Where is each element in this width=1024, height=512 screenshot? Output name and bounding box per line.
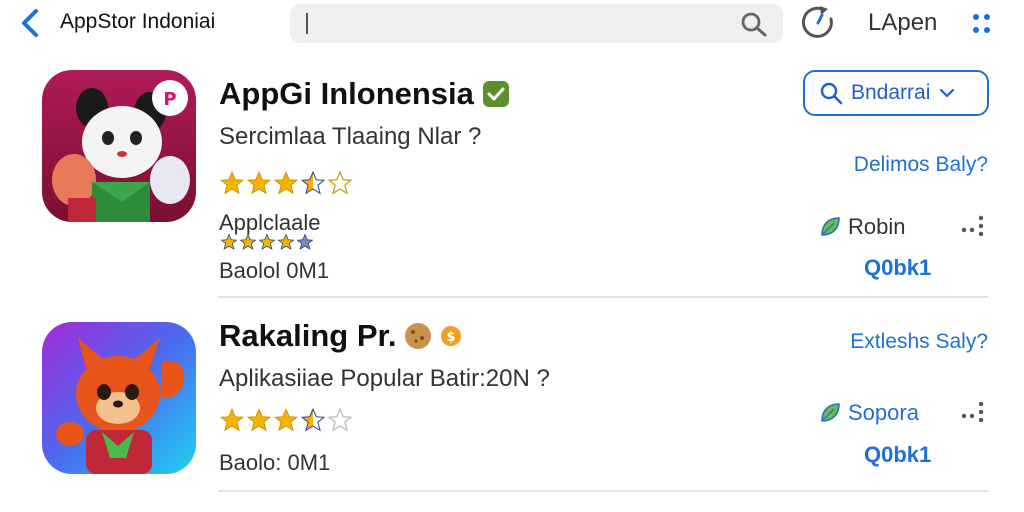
star-half-icon	[300, 170, 326, 195]
svg-text:P: P	[163, 89, 176, 110]
app-list-item[interactable]: P AppGi Inlonensia Sercimlaa Tlaaing Nla…	[0, 60, 1024, 300]
star-full-icon	[239, 233, 257, 250]
leaf-icon	[821, 217, 840, 236]
fox-mascot-icon[interactable]	[42, 322, 196, 474]
version-code[interactable]: Q0bk1	[864, 442, 931, 468]
chevron-down-icon	[940, 88, 955, 98]
star-full-icon	[247, 171, 271, 195]
cookie-badge-icon	[405, 323, 432, 349]
star-full-icon	[274, 408, 298, 432]
search-caret	[306, 13, 308, 34]
row-divider	[218, 296, 988, 298]
details-link[interactable]: Extleshs Saly?	[850, 330, 988, 354]
star-half-icon	[300, 407, 326, 432]
rating-stars-small	[220, 233, 314, 251]
star-full-icon	[258, 233, 276, 250]
coin-badge-icon: $	[441, 326, 462, 346]
install-button-label: Bndarrai	[851, 81, 931, 104]
rating-stars	[219, 407, 353, 433]
app-name[interactable]: Rakaling Pr. $	[219, 318, 462, 354]
account-label[interactable]: LApen	[868, 9, 937, 37]
panda-mascot-icon[interactable]: P	[42, 70, 196, 222]
star-full-icon	[274, 171, 298, 195]
size-text: Baolo: 0M1	[219, 450, 331, 475]
more-options-icon[interactable]	[960, 212, 986, 238]
app-subtitle: Aplikasiiae Popular Batir:20N ?	[219, 365, 550, 392]
app-subtitle: Sercimlaa Tlaaing Nlar ?	[219, 123, 482, 150]
star-full-icon	[277, 233, 295, 250]
refresh-icon[interactable]	[800, 4, 836, 42]
install-button[interactable]: Bndarrai	[803, 70, 989, 116]
developer-name: Robin	[848, 214, 906, 239]
star-full-icon	[220, 408, 244, 432]
app-list-item[interactable]: Rakaling Pr. $ Aplikasiiae Popular Batir…	[0, 310, 1024, 500]
search-icon[interactable]	[739, 10, 769, 38]
search-field[interactable]	[290, 4, 783, 43]
rating-stars	[219, 170, 353, 196]
top-bar: AppStor Indoniai LApen	[0, 0, 1024, 50]
star-full-icon	[220, 171, 244, 195]
details-link[interactable]: Delimos Baly?	[854, 153, 988, 177]
store-title: AppStor Indoniai	[60, 10, 216, 33]
more-grid-icon[interactable]	[968, 10, 994, 38]
star-outline-icon	[296, 233, 314, 250]
star-full-icon	[247, 408, 271, 432]
search-icon	[820, 82, 843, 105]
app-name-text: Rakaling Pr.	[219, 318, 397, 353]
back-chevron-icon[interactable]	[16, 6, 46, 40]
developer-link[interactable]: Sopora	[818, 400, 919, 426]
star-full-icon	[220, 233, 238, 250]
app-name[interactable]: AppGi Inlonensia	[219, 76, 510, 112]
app-name-text: AppGi Inlonensia	[219, 76, 474, 111]
star-empty-icon	[327, 407, 353, 432]
verified-badge-icon	[482, 81, 509, 107]
star-empty-icon	[327, 170, 353, 195]
row-divider	[218, 490, 988, 492]
svg-text:$: $	[447, 330, 456, 345]
leaf-icon	[821, 403, 840, 422]
developer-link[interactable]: Robin	[818, 214, 905, 240]
more-options-icon[interactable]	[960, 398, 986, 424]
developer-name: Sopora	[848, 400, 919, 425]
version-code[interactable]: Q0bk1	[864, 255, 931, 281]
size-text: Baolol 0M1	[219, 258, 330, 283]
